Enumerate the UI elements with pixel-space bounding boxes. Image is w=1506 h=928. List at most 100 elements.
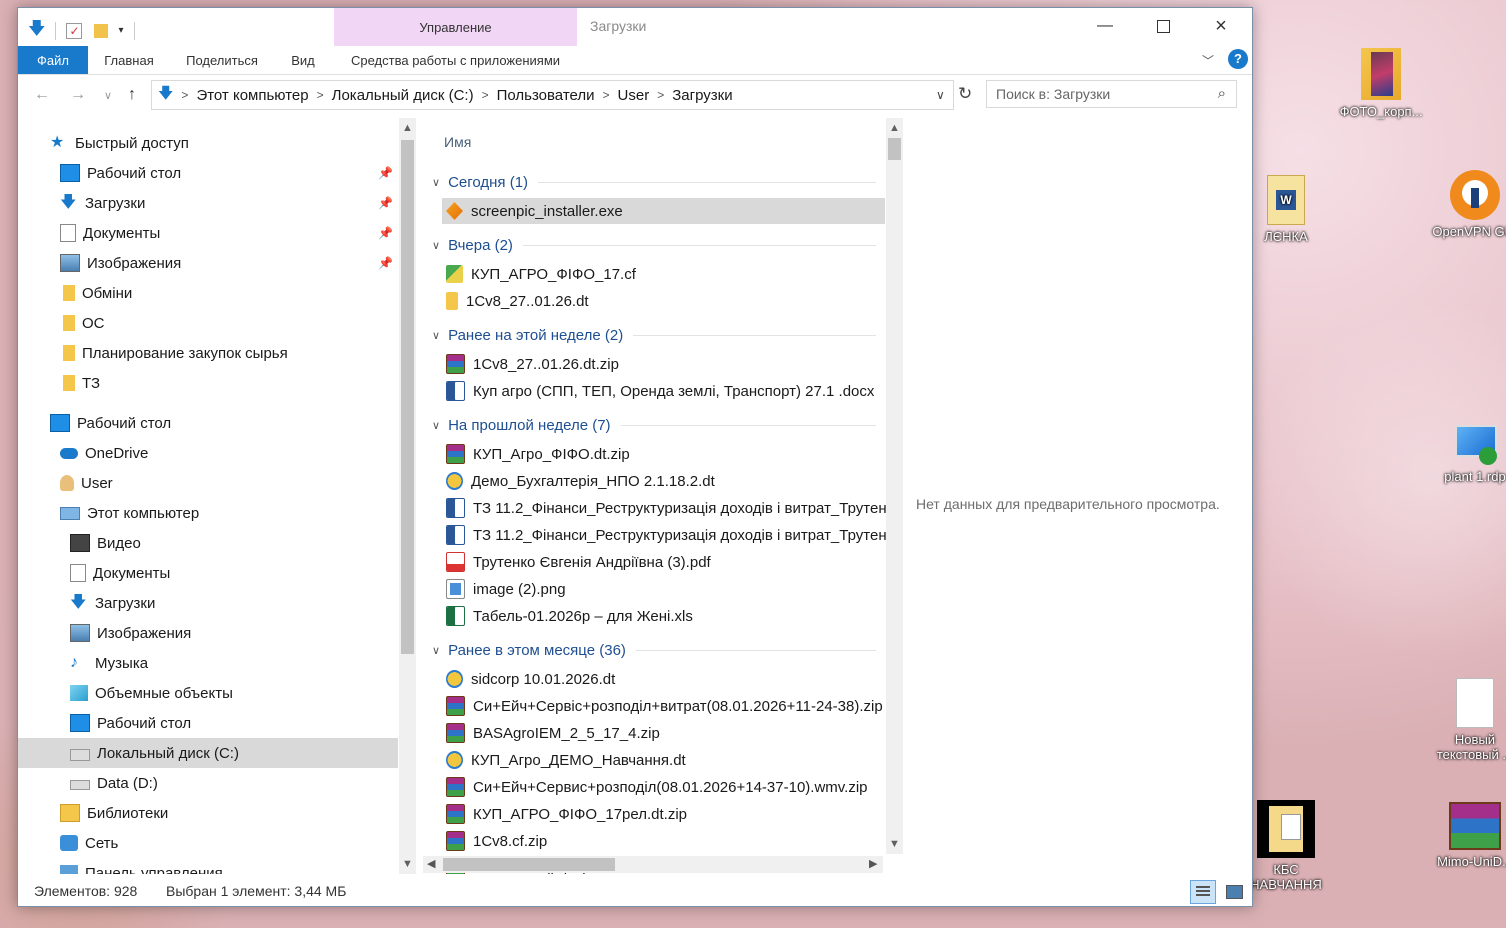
nav-user[interactable]: User bbox=[60, 468, 113, 498]
file-row[interactable]: КУП_АГРО_ФІФО_17рел.dt.zip bbox=[442, 801, 885, 827]
nav-data-d[interactable]: Data (D:) bbox=[70, 768, 158, 798]
file-row[interactable]: Си+Ейч+Сервіс+розподіл+витрат(08.01.2026… bbox=[442, 693, 885, 719]
scroll-up-icon[interactable]: ▲ bbox=[399, 122, 416, 134]
tab-share[interactable]: Поделиться bbox=[174, 46, 270, 74]
file-row[interactable]: КУП_АГРО_ФІФО_17.cf bbox=[442, 261, 885, 287]
nav-folder-tz[interactable]: ТЗ bbox=[60, 368, 100, 398]
maximize-button[interactable] bbox=[1134, 8, 1192, 44]
forward-icon[interactable]: → bbox=[70, 86, 86, 104]
nav-pictures[interactable]: Изображения bbox=[70, 618, 191, 648]
scroll-down-icon[interactable]: ▼ bbox=[399, 858, 416, 870]
customize-dropdown-icon[interactable]: ▾ bbox=[118, 25, 123, 36]
column-header-name[interactable]: Имя bbox=[444, 134, 471, 150]
nav-pictures-pinned[interactable]: Изображения bbox=[60, 248, 181, 278]
breadcrumb-separator[interactable]: > bbox=[603, 88, 610, 102]
desktop-icon-rdp[interactable]: plant 1.rdp bbox=[1425, 425, 1506, 484]
file-row[interactable]: sidcorp 10.01.2026.dt bbox=[442, 666, 885, 692]
file-row[interactable]: Си+Ейч+Сервис+розподіл(08.01.2026+14-37-… bbox=[442, 774, 885, 800]
desktop-icon-photo-folder[interactable]: ФОТО_корп... bbox=[1331, 48, 1431, 119]
chevron-down-icon[interactable]: ∨ bbox=[432, 644, 440, 657]
scrollbar-thumb[interactable] bbox=[401, 140, 414, 654]
properties-icon[interactable]: ✓ bbox=[66, 22, 83, 39]
tab-home[interactable]: Главная bbox=[92, 46, 166, 74]
back-icon[interactable]: ← bbox=[34, 86, 50, 104]
chevron-down-icon[interactable]: ∨ bbox=[432, 329, 440, 342]
file-row[interactable]: КУП_Агро_ДЕМО_Навчання.dt bbox=[442, 747, 885, 773]
nav-folder-os[interactable]: ОС bbox=[60, 308, 105, 338]
tab-file[interactable]: Файл bbox=[18, 46, 88, 74]
group-header[interactable]: ∨ Сегодня (1) bbox=[432, 170, 876, 194]
desktop-icon-openvpn[interactable]: OpenVPN GUI bbox=[1425, 170, 1506, 239]
file-row[interactable]: Куп агро (СПП, ТЕП, Оренда землі, Трансп… bbox=[442, 378, 885, 404]
close-button[interactable]: × bbox=[1192, 8, 1250, 44]
group-header[interactable]: ∨ На прошлой неделе (7) bbox=[432, 413, 876, 437]
nav-control-panel[interactable]: Панель управления bbox=[60, 858, 223, 874]
scrollbar-thumb[interactable] bbox=[443, 858, 615, 871]
address-dropdown-icon[interactable]: ∨ bbox=[936, 88, 945, 102]
new-folder-icon[interactable] bbox=[94, 23, 109, 38]
nav-onedrive[interactable]: OneDrive bbox=[60, 438, 148, 468]
refresh-icon[interactable]: ↻ bbox=[958, 84, 972, 104]
nav-scrollbar[interactable]: ▲ ▼ bbox=[399, 118, 416, 874]
file-row[interactable]: Трутенко Євгенія Андріївна (3).pdf bbox=[442, 549, 885, 575]
recent-locations-icon[interactable]: ∨ bbox=[104, 89, 112, 102]
file-row[interactable]: ТЗ 11.2_Фінанси_Реструктуризація доходів… bbox=[442, 495, 902, 521]
nav-quick-access[interactable]: ★ Быстрый доступ bbox=[50, 128, 189, 158]
expand-ribbon-icon[interactable]: ﹀ bbox=[1202, 52, 1214, 69]
context-tab-manage[interactable]: Управление bbox=[334, 8, 577, 46]
file-row[interactable]: КУП_Агро_ФІФО.dt.zip bbox=[442, 441, 885, 467]
breadcrumb-local-disk[interactable]: Локальный диск (C:) bbox=[332, 87, 474, 104]
nav-downloads[interactable]: 🡇 Загрузки bbox=[70, 588, 155, 618]
large-icons-view-button[interactable] bbox=[1222, 880, 1246, 904]
chevron-down-icon[interactable]: ∨ bbox=[432, 176, 440, 189]
up-icon[interactable]: ↑ bbox=[128, 86, 136, 104]
breadcrumb-separator[interactable]: > bbox=[317, 88, 324, 102]
nav-this-pc[interactable]: Этот компьютер bbox=[60, 498, 199, 528]
nav-videos[interactable]: Видео bbox=[70, 528, 141, 558]
scroll-right-icon[interactable]: ▶ bbox=[869, 857, 877, 870]
details-view-button[interactable] bbox=[1190, 880, 1216, 904]
file-row[interactable]: ТЗ 11.2_Фінанси_Реструктуризація доходів… bbox=[442, 522, 902, 548]
file-row[interactable]: Табель-01.2026р – для Жені.xls bbox=[442, 603, 885, 629]
desktop-icon-mimo[interactable]: Mimo-UniD... bbox=[1425, 802, 1506, 869]
nav-3d-objects[interactable]: Объемные объекты bbox=[70, 678, 233, 708]
horizontal-scrollbar[interactable]: ◀ ▶ bbox=[423, 856, 883, 873]
search-input[interactable]: Поиск в: Загрузки ⌕ bbox=[986, 80, 1237, 108]
nav-desktop-pinned[interactable]: Рабочий стол bbox=[60, 158, 181, 188]
file-row[interactable]: Демо_Бухгалтерія_НПО 2.1.18.2.dt bbox=[442, 468, 885, 494]
pin-icon[interactable]: 📌 bbox=[378, 226, 393, 240]
breadcrumb-separator[interactable]: > bbox=[657, 88, 664, 102]
down-arrow-icon[interactable]: 🡇 bbox=[28, 16, 45, 45]
scrollbar-thumb[interactable] bbox=[888, 138, 901, 160]
tab-app-tools[interactable]: Средства работы с приложениями bbox=[334, 46, 577, 74]
group-header[interactable]: ∨ Ранее на этой неделе (2) bbox=[432, 323, 876, 347]
tab-view[interactable]: Вид bbox=[280, 46, 326, 74]
group-header[interactable]: ∨ Вчера (2) bbox=[432, 233, 876, 257]
breadcrumb-this-pc[interactable]: Этот компьютер bbox=[196, 87, 308, 104]
pin-icon[interactable]: 📌 bbox=[378, 196, 393, 210]
scroll-left-icon[interactable]: ◀ bbox=[427, 857, 435, 870]
address-bar[interactable]: 🡇 > Этот компьютер > Локальный диск (C:)… bbox=[151, 80, 954, 110]
breadcrumb-separator[interactable]: > bbox=[181, 88, 188, 102]
nav-folder-planning[interactable]: Планирование закупок сырья bbox=[60, 338, 288, 368]
file-row[interactable]: 1Cv8_27..01.26.dt.zip bbox=[442, 351, 885, 377]
file-row[interactable]: 1Cv8.cf.zip bbox=[442, 828, 885, 854]
group-header[interactable]: ∨ Ранее в этом месяце (36) bbox=[432, 638, 876, 662]
nav-network[interactable]: Сеть bbox=[60, 828, 118, 858]
file-row[interactable]: BASAgroIEM_2_5_17_4.zip bbox=[442, 720, 885, 746]
file-row[interactable]: screenpic_installer.exe bbox=[442, 198, 885, 224]
file-row[interactable]: image (2).png bbox=[442, 576, 885, 602]
minimize-button[interactable]: — bbox=[1076, 8, 1134, 44]
chevron-down-icon[interactable]: ∨ bbox=[432, 419, 440, 432]
nav-libraries[interactable]: Библиотеки bbox=[60, 798, 168, 828]
breadcrumb-downloads[interactable]: Загрузки bbox=[672, 87, 732, 104]
nav-downloads-pinned[interactable]: 🡇 Загрузки bbox=[60, 188, 145, 218]
file-row[interactable]: 1Cv8_27..01.26.dt bbox=[442, 288, 885, 314]
help-icon[interactable]: ? bbox=[1228, 49, 1248, 69]
file-list-scrollbar[interactable]: ▲ ▼ bbox=[886, 118, 903, 854]
breadcrumb-users[interactable]: Пользователи bbox=[497, 87, 595, 104]
nav-desktop-pc[interactable]: Рабочий стол bbox=[70, 708, 191, 738]
chevron-down-icon[interactable]: ∨ bbox=[432, 239, 440, 252]
nav-folder-obmini[interactable]: Обміни bbox=[60, 278, 132, 308]
breadcrumb-user[interactable]: User bbox=[618, 87, 650, 104]
